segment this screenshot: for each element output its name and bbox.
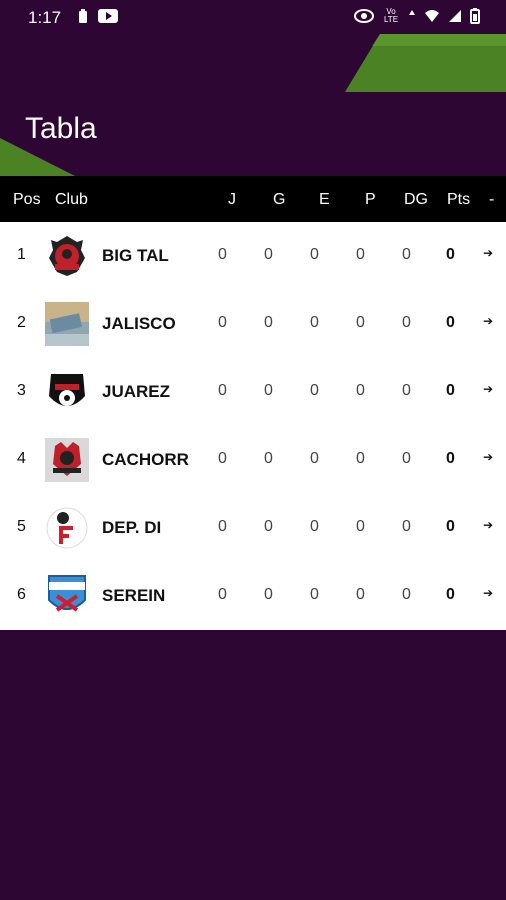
header-club: Club xyxy=(55,191,88,208)
stat-g: 0 xyxy=(264,518,273,535)
stat-j: 0 xyxy=(218,586,227,603)
network-label: Vo LTE xyxy=(383,7,399,24)
header-g: G xyxy=(273,191,286,208)
table-row[interactable]: 2 JALISCO 0 0 0 0 0 0 ➔ xyxy=(0,290,506,358)
stat-e: 0 xyxy=(310,518,319,535)
arrow-right-icon[interactable]: ➔ xyxy=(483,246,493,260)
stat-j: 0 xyxy=(218,314,227,331)
arrow-right-icon[interactable]: ➔ xyxy=(483,586,493,600)
table-header: Pos Club J G E P DG Pts - xyxy=(0,176,506,222)
stat-dg: 0 xyxy=(402,382,411,399)
stat-pts: 0 xyxy=(446,246,455,263)
stat-p: 0 xyxy=(356,314,365,331)
club-logo-icon xyxy=(49,236,85,276)
row-position: 6 xyxy=(17,586,26,603)
club-logo-icon xyxy=(46,507,88,549)
header-j: J xyxy=(228,191,236,208)
stat-p: 0 xyxy=(356,382,365,399)
stat-j: 0 xyxy=(218,518,227,535)
stat-dg: 0 xyxy=(402,246,411,263)
arrow-right-icon[interactable]: ➔ xyxy=(483,450,493,464)
header-p: P xyxy=(365,191,376,208)
row-position: 2 xyxy=(17,314,26,331)
stat-dg: 0 xyxy=(402,450,411,467)
club-name: DEP. DI xyxy=(102,518,162,537)
stat-g: 0 xyxy=(264,586,273,603)
stat-j: 0 xyxy=(218,450,227,467)
stat-dg: 0 xyxy=(402,586,411,603)
signal-icon xyxy=(449,10,461,22)
stat-g: 0 xyxy=(264,382,273,399)
stat-j: 0 xyxy=(218,382,227,399)
stat-pts: 0 xyxy=(446,518,455,535)
standings-table: 1 BIG TAL 0 0 0 0 0 0 ➔ 2 JALISCO 0 0 0 … xyxy=(0,222,506,630)
club-name: CACHORR xyxy=(102,450,189,469)
stat-pts: 0 xyxy=(446,314,455,331)
table-row[interactable]: 5 DEP. DI 0 0 0 0 0 0 ➔ xyxy=(0,494,506,562)
stat-p: 0 xyxy=(356,518,365,535)
row-position: 4 xyxy=(17,450,26,467)
stat-p: 0 xyxy=(356,450,365,467)
stat-pts: 0 xyxy=(446,450,455,467)
row-position: 5 xyxy=(17,518,26,535)
table-row[interactable]: 6 SEREIN 0 0 0 0 0 0 ➔ xyxy=(0,562,506,630)
arrow-right-icon[interactable]: ➔ xyxy=(483,518,493,532)
stat-dg: 0 xyxy=(402,314,411,331)
table-row[interactable]: 3 JUAREZ 0 0 0 0 0 0 ➔ xyxy=(0,358,506,426)
club-name: JALISCO xyxy=(102,314,176,333)
club-name: SEREIN xyxy=(102,586,166,605)
wifi-icon xyxy=(425,10,439,22)
stat-e: 0 xyxy=(310,450,319,467)
header-pos: Pos xyxy=(13,191,41,208)
header-pts: Pts xyxy=(447,191,471,208)
stat-j: 0 xyxy=(218,246,227,263)
stat-e: 0 xyxy=(310,314,319,331)
stat-p: 0 xyxy=(356,246,365,263)
header-extra: - xyxy=(489,191,495,208)
table-row[interactable]: 4 CACHORR 0 0 0 0 0 0 ➔ xyxy=(0,426,506,494)
status-bar: 1:17 Vo LTE xyxy=(0,0,506,34)
stat-pts: 0 xyxy=(446,382,455,399)
page-title: Tabla xyxy=(25,112,97,145)
row-position: 1 xyxy=(17,246,26,263)
stat-g: 0 xyxy=(264,450,273,467)
row-position: 3 xyxy=(17,382,26,399)
header-dg: DG xyxy=(404,191,428,208)
table-row[interactable]: 1 BIG TAL 0 0 0 0 0 0 ➔ xyxy=(0,222,506,290)
stat-e: 0 xyxy=(310,586,319,603)
arrow-right-icon[interactable]: ➔ xyxy=(483,382,493,396)
stat-e: 0 xyxy=(310,246,319,263)
club-logo-icon xyxy=(48,575,86,612)
arrow-right-icon[interactable]: ➔ xyxy=(483,314,493,328)
club-logo-icon xyxy=(49,374,85,406)
header-e: E xyxy=(319,191,330,208)
club-logo-icon xyxy=(45,438,89,482)
stat-pts: 0 xyxy=(446,586,455,603)
status-time: 1:17 xyxy=(28,8,62,27)
stat-e: 0 xyxy=(310,382,319,399)
club-name: JUAREZ xyxy=(102,382,171,401)
stat-g: 0 xyxy=(264,314,273,331)
club-name: BIG TAL xyxy=(102,246,169,265)
stat-g: 0 xyxy=(264,246,273,263)
stat-p: 0 xyxy=(356,586,365,603)
eye-icon xyxy=(354,9,374,23)
battery-saver-icon xyxy=(79,9,87,23)
youtube-icon xyxy=(98,9,118,23)
stat-dg: 0 xyxy=(402,518,411,535)
data-arrow-icon xyxy=(409,10,415,15)
battery-icon xyxy=(470,8,480,24)
club-logo-icon xyxy=(45,302,89,346)
